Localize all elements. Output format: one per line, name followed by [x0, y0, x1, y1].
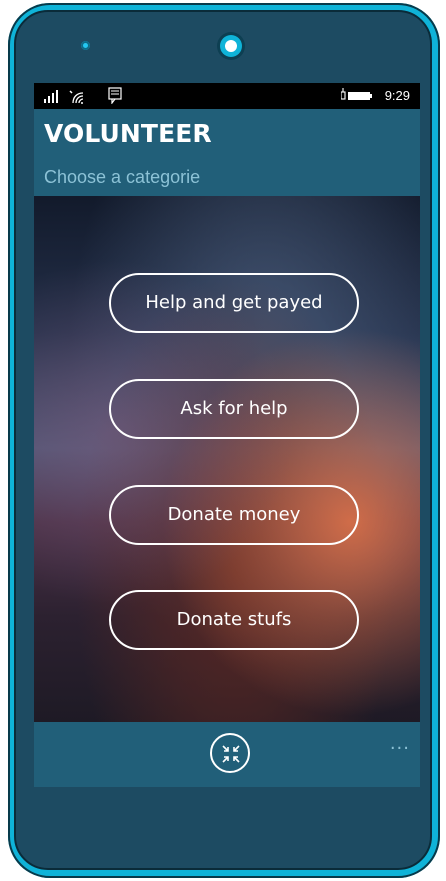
status-bar: 9:29 [34, 83, 420, 109]
collapse-button[interactable] [210, 733, 250, 773]
speaker-dot [81, 41, 90, 50]
camera-icon [220, 35, 242, 57]
page-title: VOLUNTEER [44, 119, 212, 148]
battery-icon [341, 88, 372, 100]
signal-icon [44, 90, 58, 103]
collapse-icon [222, 745, 240, 763]
wifi-icon [69, 90, 84, 104]
donate-stufs-button[interactable]: Donate stufs [109, 590, 359, 650]
donate-money-button[interactable]: Donate money [109, 485, 359, 545]
page-header: VOLUNTEER Choose a categorie [34, 109, 420, 196]
app-bar: ... [34, 722, 420, 787]
more-options[interactable]: ... [390, 735, 410, 753]
message-icon [108, 87, 122, 104]
ask-for-help-button[interactable]: Ask for help [109, 379, 359, 439]
page-subtitle: Choose a categorie [44, 167, 201, 187]
clock-time: 9:29 [384, 88, 410, 103]
category-list: Help and get payed Ask for help Donate m… [34, 196, 420, 722]
help-and-get-payed-button[interactable]: Help and get payed [109, 273, 359, 333]
phone-screen: 9:29 VOLUNTEER Choose a categorie Help a… [34, 83, 420, 787]
